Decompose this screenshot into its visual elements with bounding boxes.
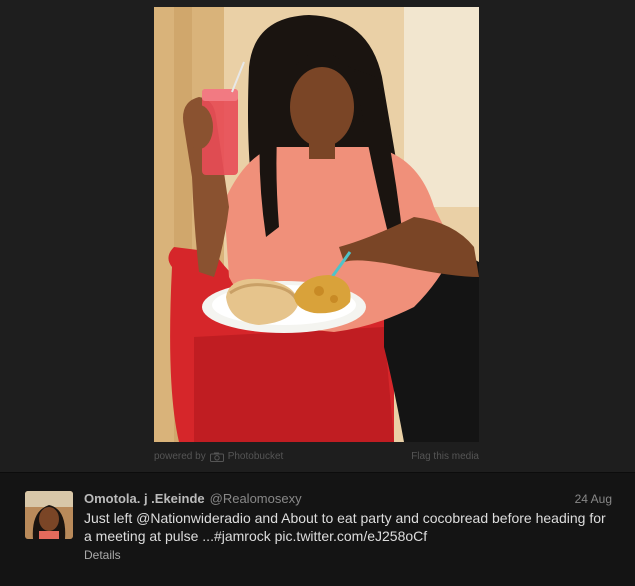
author-fullname[interactable]: Omotola. j .Ekeinde	[84, 491, 205, 507]
flag-media-link[interactable]: Flag this media	[411, 451, 479, 462]
media-viewer: powered by Photobucket Flag this media O…	[0, 0, 635, 586]
provider-name: Photobucket	[227, 451, 284, 462]
media-area: powered by Photobucket Flag this media	[0, 0, 635, 472]
author-username[interactable]: @Realomosexy	[210, 491, 302, 507]
tweet-panel: Omotola. j .Ekeinde @Realomosexy 24 Aug …	[0, 472, 635, 586]
powered-by-label: powered by	[154, 451, 206, 462]
avatar[interactable]	[25, 491, 73, 539]
tweet-timestamp[interactable]: 24 Aug	[575, 491, 612, 507]
tweet-header: Omotola. j .Ekeinde @Realomosexy 24 Aug	[84, 491, 612, 507]
photo-illustration	[154, 7, 479, 442]
tweet-text: Just left @Nationwideradio and About to …	[84, 510, 606, 544]
tweet-body: Omotola. j .Ekeinde @Realomosexy 24 Aug …	[84, 491, 612, 563]
powered-by[interactable]: powered by Photobucket	[154, 451, 283, 462]
camera-icon	[209, 452, 224, 462]
tweet-photo[interactable]	[154, 7, 479, 442]
details-link[interactable]: Details	[84, 547, 612, 563]
media-footer: powered by Photobucket Flag this media	[154, 450, 479, 466]
